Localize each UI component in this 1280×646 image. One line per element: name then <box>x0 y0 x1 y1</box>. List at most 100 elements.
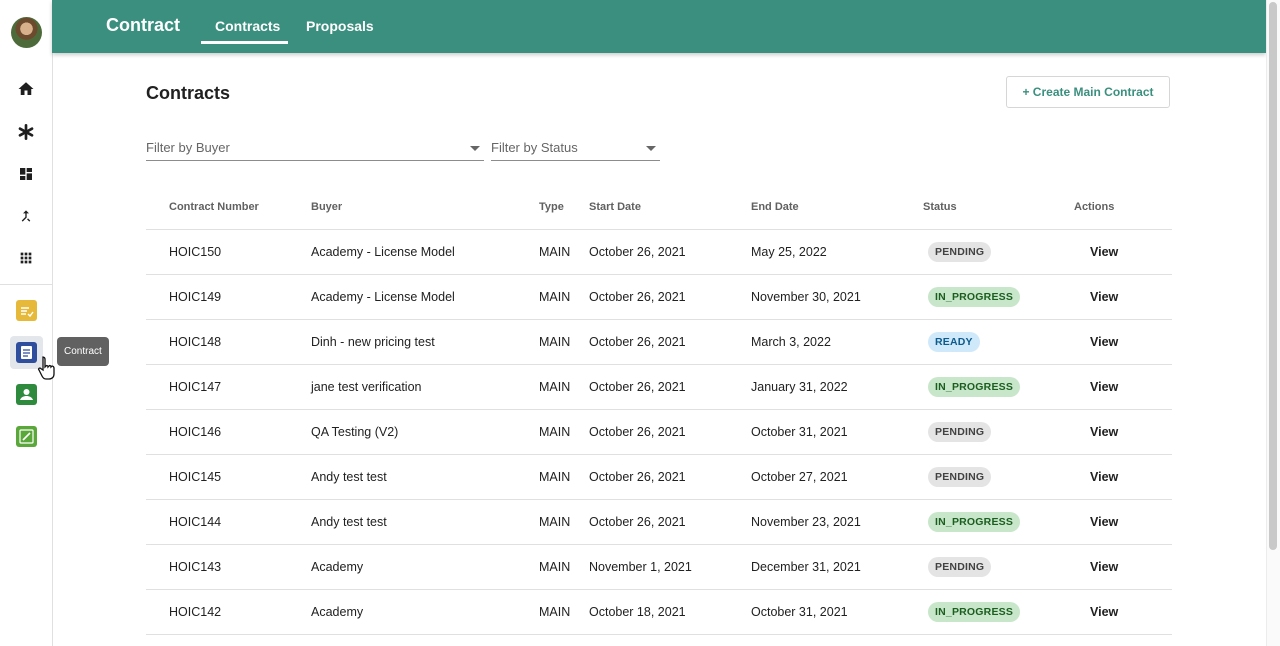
table-row[interactable]: HOIC149 Academy - License Model MAIN Octobe… <box>146 274 1172 320</box>
end-date-cell: October 31, 2021 <box>751 589 923 635</box>
tasks-app-icon[interactable] <box>16 300 37 321</box>
column-header-start-date[interactable]: Start Date <box>589 184 751 230</box>
buyer-cell: Andy test test <box>311 454 539 500</box>
asterisk-icon[interactable] <box>15 121 37 143</box>
contract-number-cell: HOIC150 <box>146 229 311 275</box>
scrollbar-thumb[interactable] <box>1269 2 1277 550</box>
dashboard-icon[interactable] <box>15 163 37 185</box>
top-app-bar: Contract Contracts Proposals <box>52 0 1266 53</box>
status-cell: PENDING <box>923 454 1074 500</box>
buyer-cell: Andy test test <box>311 499 539 545</box>
status-badge: PENDING <box>928 557 992 577</box>
start-date-cell: October 18, 2021 <box>589 589 751 635</box>
status-cell: IN_PROGRESS <box>923 499 1074 545</box>
column-header-status[interactable]: Status <box>923 184 1074 230</box>
column-header-buyer[interactable]: Buyer <box>311 184 539 230</box>
status-filter-placeholder: Filter by Status <box>491 140 578 155</box>
buyer-filter-select[interactable]: Filter by Buyer <box>146 136 484 161</box>
home-icon[interactable] <box>15 78 37 100</box>
end-date-cell: January 31, 2022 <box>751 364 923 410</box>
view-link[interactable]: View <box>1074 245 1118 259</box>
contract-number-cell: HOIC144 <box>146 499 311 545</box>
tab-proposals[interactable]: Proposals <box>306 18 374 34</box>
buyer-filter-placeholder: Filter by Buyer <box>146 140 230 155</box>
view-link[interactable]: View <box>1074 560 1118 574</box>
table-header-row: Contract Number Buyer Type Start Date En… <box>146 184 1172 230</box>
contract-number-cell: HOIC145 <box>146 454 311 500</box>
nav-divider <box>0 284 52 285</box>
column-header-end-date[interactable]: End Date <box>751 184 923 230</box>
status-badge: IN_PROGRESS <box>928 602 1021 622</box>
type-cell: MAIN <box>539 364 589 410</box>
type-cell: MAIN <box>539 229 589 275</box>
view-link[interactable]: View <box>1074 470 1118 484</box>
start-date-cell: October 26, 2021 <box>589 274 751 320</box>
contract-number-cell: HOIC147 <box>146 364 311 410</box>
actions-cell: View <box>1074 274 1172 320</box>
status-cell: READY <box>923 319 1074 365</box>
view-link[interactable]: View <box>1074 335 1118 349</box>
column-header-actions: Actions <box>1074 184 1172 230</box>
contract-number-cell: HOIC142 <box>146 589 311 635</box>
start-date-cell: October 26, 2021 <box>589 409 751 455</box>
status-badge: READY <box>928 332 980 352</box>
actions-cell: View <box>1074 229 1172 275</box>
status-cell: PENDING <box>923 409 1074 455</box>
mouse-cursor-icon <box>37 355 57 386</box>
type-cell: MAIN <box>539 499 589 545</box>
end-date-cell: March 3, 2022 <box>751 319 923 365</box>
apps-grid-icon[interactable] <box>15 247 37 269</box>
start-date-cell: November 1, 2021 <box>589 544 751 590</box>
view-link[interactable]: View <box>1074 605 1118 619</box>
contract-number-cell: HOIC148 <box>146 319 311 365</box>
actions-cell: View <box>1074 319 1172 365</box>
view-link[interactable]: View <box>1074 515 1118 529</box>
status-filter-select[interactable]: Filter by Status <box>491 136 660 161</box>
status-cell: IN_PROGRESS <box>923 274 1074 320</box>
buyer-cell: Academy <box>311 589 539 635</box>
status-badge: IN_PROGRESS <box>928 512 1021 532</box>
start-date-cell: October 26, 2021 <box>589 229 751 275</box>
view-link[interactable]: View <box>1074 425 1118 439</box>
contract-number-cell: HOIC146 <box>146 409 311 455</box>
status-cell: IN_PROGRESS <box>923 589 1074 635</box>
column-header-type[interactable]: Type <box>539 184 589 230</box>
status-badge: IN_PROGRESS <box>928 287 1021 307</box>
type-cell: MAIN <box>539 589 589 635</box>
table-row[interactable]: HOIC145 Andy test test MAIN October 26, 202… <box>146 454 1172 500</box>
people-app-icon[interactable] <box>16 384 37 405</box>
table-row[interactable]: HOIC142 Academy MAIN October 18, 2021 Octobe… <box>146 589 1172 635</box>
contract-number-cell: HOIC143 <box>146 544 311 590</box>
end-date-cell: October 27, 2021 <box>751 454 923 500</box>
page-title: Contracts <box>146 83 231 103</box>
left-nav-rail <box>0 0 53 646</box>
type-cell: MAIN <box>539 544 589 590</box>
contract-app-icon[interactable] <box>16 342 37 363</box>
edit-app-icon[interactable] <box>16 426 37 447</box>
end-date-cell: October 31, 2021 <box>751 409 923 455</box>
column-header-contract-number[interactable]: Contract Number <box>146 184 311 230</box>
table-row[interactable]: HOIC148 Dinh - new pricing test MAIN Octobe… <box>146 319 1172 365</box>
type-cell: MAIN <box>539 454 589 500</box>
type-cell: MAIN <box>539 409 589 455</box>
table-row[interactable]: HOIC150 Academy - License Model MAIN Octobe… <box>146 229 1172 275</box>
contract-number-cell: HOIC149 <box>146 274 311 320</box>
table-row[interactable]: HOIC147 jane test verification MAIN October… <box>146 364 1172 410</box>
table-row[interactable]: HOIC144 Andy test test MAIN October 26, 202… <box>146 499 1172 545</box>
view-link[interactable]: View <box>1074 380 1118 394</box>
contracts-table: Contract Number Buyer Type Start Date En… <box>146 184 1172 635</box>
buyer-cell: Academy - License Model <box>311 229 539 275</box>
view-link[interactable]: View <box>1074 290 1118 304</box>
app-title: Contract <box>106 15 181 35</box>
actions-cell: View <box>1074 409 1172 455</box>
merge-icon[interactable] <box>15 205 37 227</box>
create-main-contract-button[interactable]: + Create Main Contract <box>1006 76 1170 108</box>
buyer-cell: Dinh - new pricing test <box>311 319 539 365</box>
avatar[interactable] <box>11 17 42 48</box>
table-row[interactable]: HOIC143 Academy MAIN November 1, 2021 Decemb… <box>146 544 1172 590</box>
chevron-down-icon <box>470 146 480 151</box>
table-row[interactable]: HOIC146 QA Testing (V2) MAIN October 26, 20… <box>146 409 1172 455</box>
tab-contracts[interactable]: Contracts <box>215 18 280 34</box>
start-date-cell: October 26, 2021 <box>589 364 751 410</box>
type-cell: MAIN <box>539 319 589 365</box>
